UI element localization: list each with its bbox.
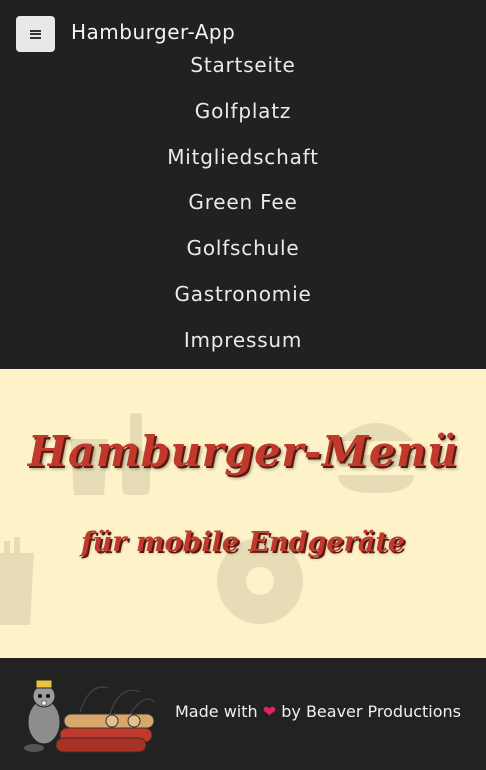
- nav-item-golfschule[interactable]: Golfschule: [0, 226, 486, 272]
- hero-banner: Hamburger-Menü für mobile Endgeräte: [0, 369, 486, 658]
- heart-icon: ❤: [262, 702, 277, 721]
- hero-subtitle: für mobile Endgeräte: [81, 527, 405, 558]
- food-decoration-icon: [0, 413, 416, 625]
- nav-menu: Startseite Golfplatz Mitgliedschaft Gree…: [0, 43, 486, 364]
- beaver-logo-icon: [24, 679, 155, 753]
- nav-item-mitgliedschaft[interactable]: Mitgliedschaft: [0, 135, 486, 181]
- nav-item-impressum[interactable]: Impressum: [0, 318, 486, 364]
- nav-item-golfplatz[interactable]: Golfplatz: [0, 89, 486, 135]
- by-beaver-productions-text: by Beaver Productions: [281, 702, 462, 721]
- nav-item-startseite[interactable]: Startseite: [0, 43, 486, 89]
- made-with-text: Made with: [175, 702, 258, 721]
- nav-item-gastronomie[interactable]: Gastronomie: [0, 272, 486, 318]
- nav-item-green-fee[interactable]: Green Fee: [0, 180, 486, 226]
- top-navigation: Hamburger-App Startseite Golfplatz Mitgl…: [0, 0, 486, 369]
- hero-title: Hamburger-Menü: [27, 427, 459, 476]
- app-title[interactable]: Hamburger-App: [71, 18, 235, 46]
- footer: Made with ❤ by Beaver Productions: [0, 658, 486, 770]
- bars-icon: [30, 29, 41, 39]
- footer-credit: Made with ❤ by Beaver Productions: [175, 702, 461, 721]
